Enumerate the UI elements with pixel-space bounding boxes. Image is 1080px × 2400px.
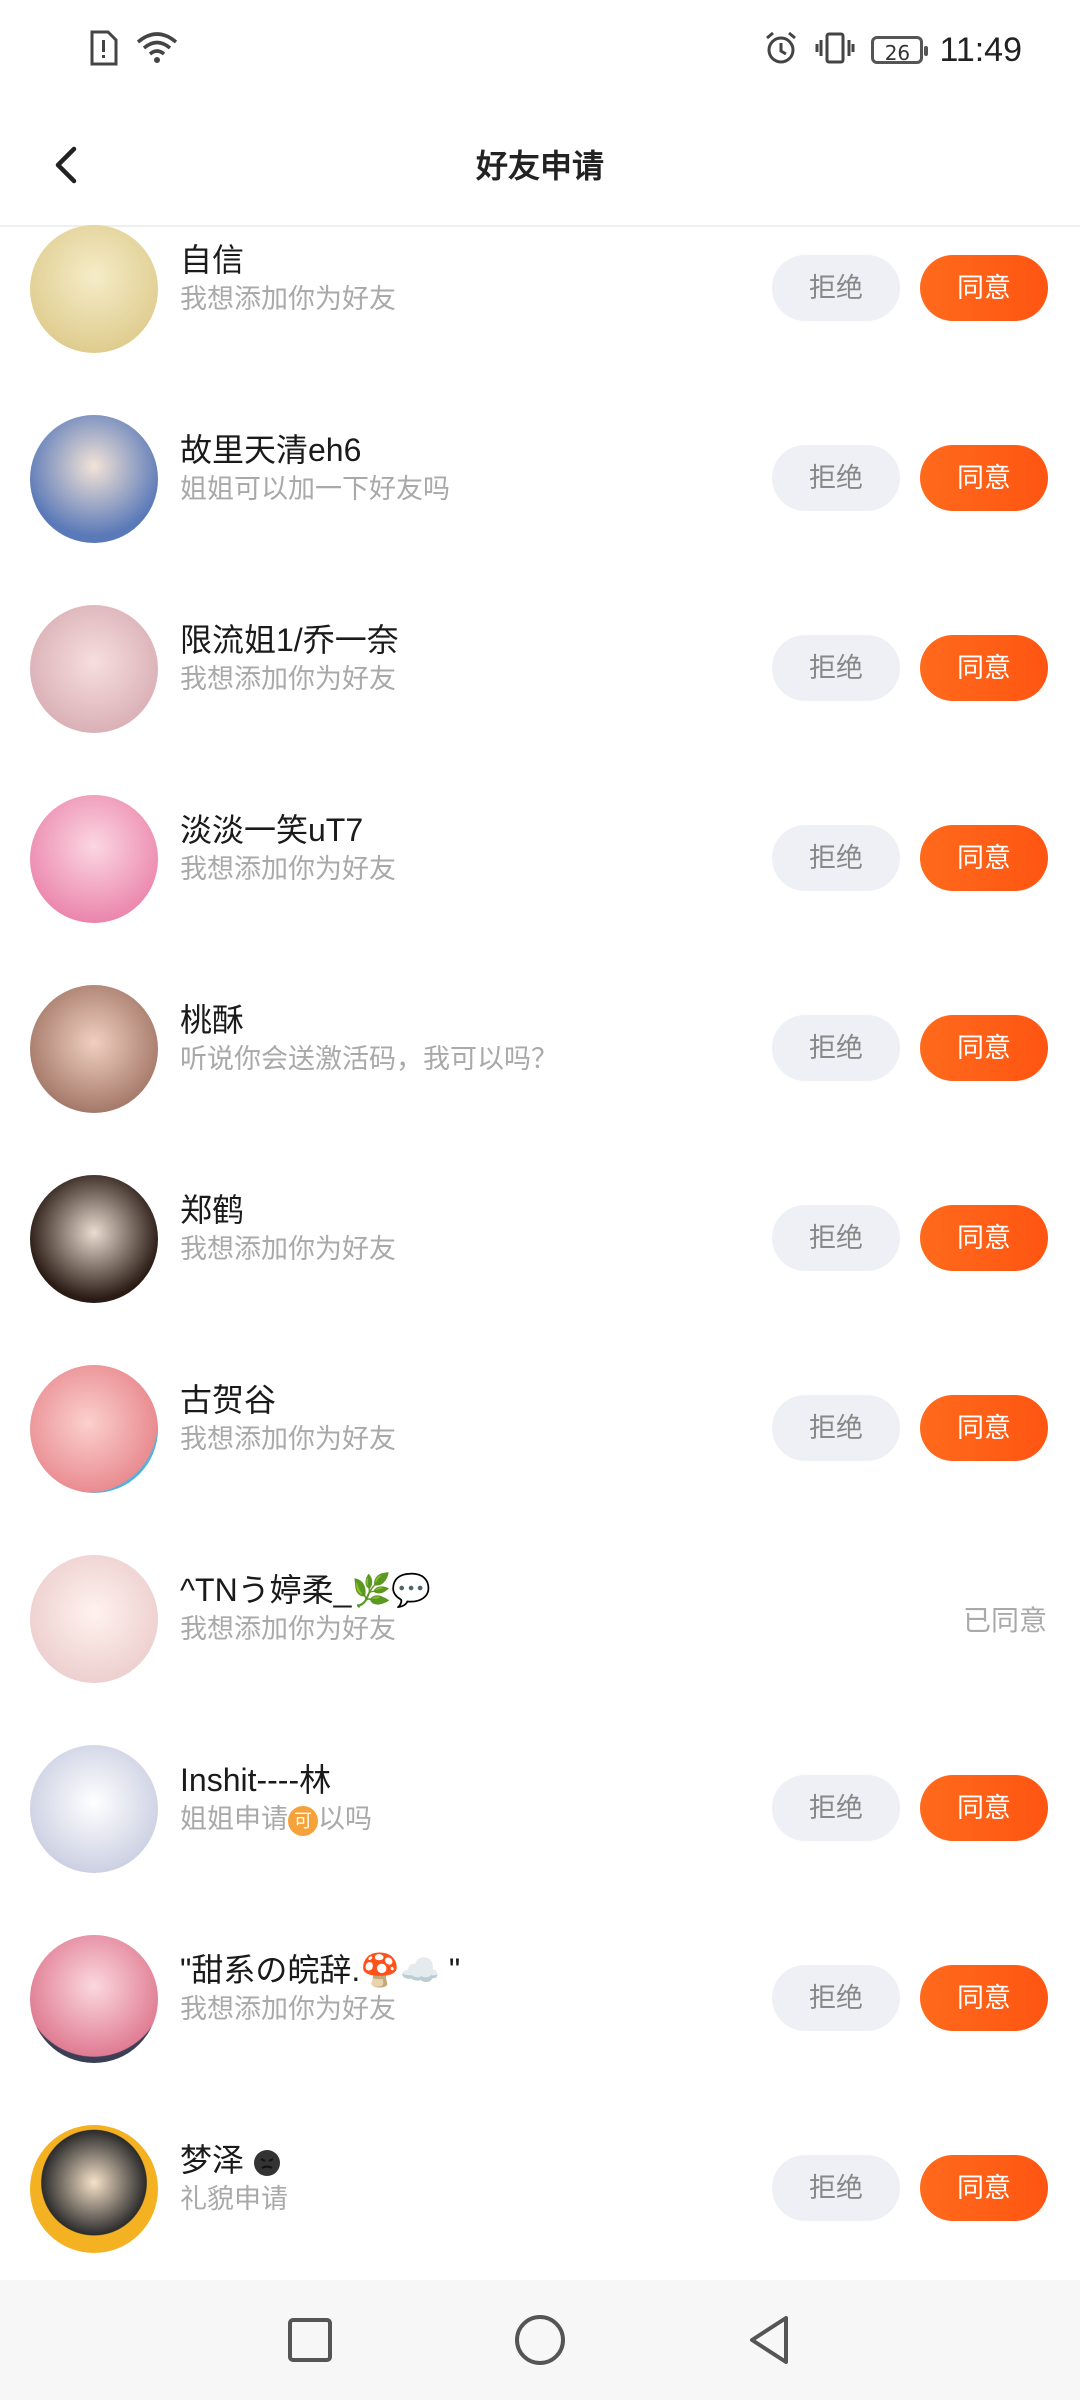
- avatar[interactable]: [30, 1935, 158, 2063]
- request-message: 我想添加你为好友: [180, 1994, 396, 2024]
- accept-button[interactable]: 同意: [920, 1205, 1048, 1271]
- reject-button[interactable]: 拒绝: [772, 2155, 900, 2221]
- recents-button[interactable]: [280, 2310, 340, 2370]
- request-message: 姐姐申请可以吗: [180, 1797, 372, 1836]
- requester-name: 故里天清eh6: [180, 432, 362, 468]
- reject-button[interactable]: 拒绝: [772, 635, 900, 701]
- accept-button[interactable]: 同意: [920, 825, 1048, 891]
- avatar[interactable]: [30, 985, 158, 1113]
- avatar[interactable]: [30, 2125, 158, 2253]
- reject-button[interactable]: 拒绝: [772, 825, 900, 891]
- requester-name: ^TNう婷柔_🌿💬: [180, 1572, 432, 1608]
- request-message: 我想添加你为好友: [180, 284, 396, 314]
- accept-button[interactable]: 同意: [920, 445, 1048, 511]
- accept-button[interactable]: 同意: [920, 255, 1048, 321]
- request-row: 淡淡一笑uT7 我想添加你为好友 拒绝 同意: [0, 795, 1080, 985]
- requester-name: 郑鹤: [180, 1192, 245, 1228]
- request-row: "甜系の皖辞.🍄☁️ " 我想添加你为好友 拒绝 同意: [0, 1935, 1080, 2125]
- requester-name: 梦泽: [180, 2135, 281, 2181]
- reject-button[interactable]: 拒绝: [772, 1965, 900, 2031]
- request-message: 我想添加你为好友: [180, 1614, 396, 1644]
- status-bar: 26 11:49: [0, 0, 1080, 105]
- square-icon: [288, 2318, 332, 2362]
- home-button[interactable]: [510, 2310, 570, 2370]
- accepted-status: 已同意: [962, 1605, 1047, 1636]
- dark-face-icon: [253, 2142, 281, 2178]
- request-message: 我想添加你为好友: [180, 854, 396, 884]
- reject-button[interactable]: 拒绝: [772, 255, 900, 321]
- accept-button[interactable]: 同意: [920, 1965, 1048, 2031]
- requester-name: 淡淡一笑uT7: [180, 812, 364, 848]
- accept-button[interactable]: 同意: [920, 1015, 1048, 1081]
- system-nav-bar: [0, 2280, 1080, 2400]
- request-message: 姐姐可以加一下好友吗: [180, 474, 450, 504]
- request-message: 我想添加你为好友: [180, 1424, 396, 1454]
- request-row: 梦泽 礼貌申请 拒绝 同意: [0, 2125, 1080, 2280]
- avatar[interactable]: [30, 795, 158, 923]
- wifi-icon: [136, 32, 178, 68]
- request-message: 听说你会送激活码，我可以吗？: [180, 1044, 558, 1074]
- request-row: 桃酥 听说你会送激活码，我可以吗？ 拒绝 同意: [0, 985, 1080, 1175]
- circle-icon: [515, 2315, 565, 2365]
- reject-button[interactable]: 拒绝: [772, 445, 900, 511]
- requester-name: 限流姐1/乔一奈: [180, 622, 399, 658]
- avatar[interactable]: [30, 1365, 158, 1493]
- avatar[interactable]: [30, 415, 158, 543]
- request-row: 古贺谷 我想添加你为好友 拒绝 同意: [0, 1365, 1080, 1555]
- requester-name: 桃酥: [180, 1002, 245, 1038]
- request-message-start: 姐姐申请: [180, 1804, 288, 1834]
- request-row: 故里天清eh6 姐姐可以加一下好友吗 拒绝 同意: [0, 415, 1080, 605]
- clock: 11:49: [939, 30, 1022, 69]
- avatar[interactable]: [30, 1175, 158, 1303]
- battery-indicator: 26: [871, 36, 929, 65]
- request-row: Inshit----林 姐姐申请可以吗 拒绝 同意: [0, 1745, 1080, 1935]
- request-row: 郑鹤 我想添加你为好友 拒绝 同意: [0, 1175, 1080, 1365]
- requester-name: 自信: [180, 242, 245, 278]
- alarm-icon: [763, 30, 799, 70]
- accept-button[interactable]: 同意: [920, 635, 1048, 701]
- requester-name-text: 梦泽: [180, 2142, 245, 2178]
- avatar[interactable]: [30, 605, 158, 733]
- request-row: 自信 我想添加你为好友 拒绝 同意: [0, 225, 1080, 415]
- status-right: 26 11:49: [763, 30, 1022, 70]
- vibrate-icon: [815, 30, 855, 70]
- sim-alert-icon: [88, 30, 118, 70]
- requester-name: "甜系の皖辞.🍄☁️ ": [180, 1952, 461, 1988]
- reject-button[interactable]: 拒绝: [772, 1775, 900, 1841]
- accept-button[interactable]: 同意: [920, 1775, 1048, 1841]
- reject-button[interactable]: 拒绝: [772, 1015, 900, 1081]
- request-message: 我想添加你为好友: [180, 1234, 396, 1264]
- reject-button[interactable]: 拒绝: [772, 1395, 900, 1461]
- avatar[interactable]: [30, 1555, 158, 1683]
- request-message: 礼貌申请: [180, 2184, 288, 2214]
- friend-request-list: 自信 我想添加你为好友 拒绝 同意 故里天清eh6 姐姐可以加一下好友吗 拒绝 …: [0, 225, 1080, 2280]
- status-left: [88, 30, 178, 70]
- avatar[interactable]: [30, 1745, 158, 1873]
- reject-button[interactable]: 拒绝: [772, 1205, 900, 1271]
- back-nav-button[interactable]: [740, 2310, 800, 2370]
- emoji-badge: 可: [288, 1805, 318, 1836]
- request-row: 限流姐1/乔一奈 我想添加你为好友 拒绝 同意: [0, 605, 1080, 795]
- accept-button[interactable]: 同意: [920, 2155, 1048, 2221]
- accept-button[interactable]: 同意: [920, 1395, 1048, 1461]
- request-message-end: 以吗: [318, 1804, 372, 1834]
- avatar[interactable]: [30, 225, 158, 353]
- requester-name: Inshit----林: [180, 1762, 332, 1798]
- app-header: 好友申请: [0, 105, 1080, 227]
- page-title: 好友申请: [475, 148, 604, 184]
- request-message: 我想添加你为好友: [180, 664, 396, 694]
- triangle-back-icon: [750, 2316, 788, 2364]
- request-row: ^TNう婷柔_🌿💬 我想添加你为好友 已同意: [0, 1555, 1080, 1745]
- requester-name: 古贺谷: [180, 1382, 277, 1418]
